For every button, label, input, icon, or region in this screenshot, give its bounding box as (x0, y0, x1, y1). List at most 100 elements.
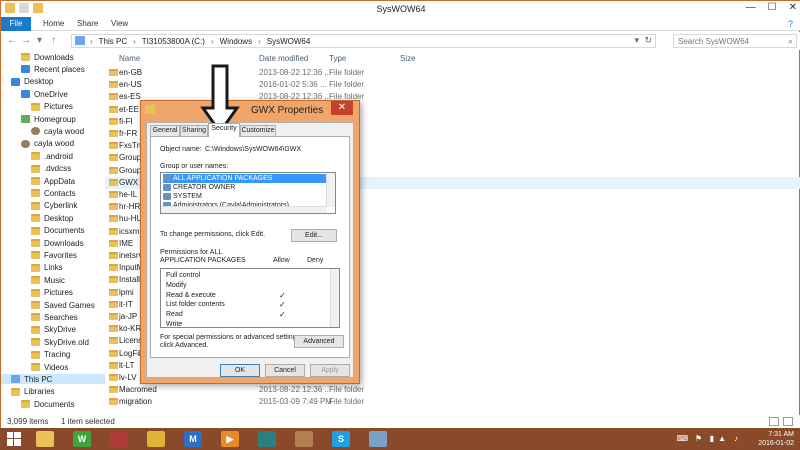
refresh-icon[interactable]: ↻ (644, 35, 652, 46)
address-bar[interactable]: › This PC › TI31053800A (C:) › Windows ›… (71, 34, 656, 48)
breadcrumb-drive[interactable]: TI31053800A (C:) (142, 37, 205, 46)
sidebar-item[interactable]: Downloads (21, 52, 74, 62)
ok-button[interactable]: OK (220, 364, 260, 377)
sidebar-item[interactable]: AppData (31, 176, 75, 186)
group-item[interactable]: SYSTEM (163, 192, 202, 201)
tab-customize[interactable]: Customize (240, 125, 276, 136)
column-header-type[interactable]: Type (329, 54, 346, 63)
start-icon[interactable] (6, 431, 22, 447)
sidebar-item[interactable]: SkyDrive.old (31, 337, 89, 347)
clock-date[interactable]: 2016-01-02 (744, 440, 794, 447)
advanced-button[interactable]: Advanced (294, 335, 344, 348)
dialog-titlebar[interactable]: GWX Properties (141, 101, 359, 121)
sidebar-item[interactable]: Libraries (11, 387, 55, 397)
volume-icon[interactable]: ♪ (734, 434, 738, 443)
permissions-scrollbar[interactable] (330, 269, 339, 327)
tab-security[interactable]: Security (208, 123, 240, 137)
sidebar-item-label: Downloads (44, 238, 84, 248)
cancel-button[interactable]: Cancel (265, 364, 305, 377)
winrar-icon[interactable] (110, 431, 128, 447)
sidebar-item[interactable]: OneDrive (21, 89, 68, 99)
sidebar-item[interactable]: Tracing (31, 350, 70, 360)
forward-icon[interactable]: → (21, 35, 31, 46)
media-player-icon[interactable]: ▶ (221, 431, 239, 447)
sidebar-item[interactable]: SkyDrive (31, 325, 76, 335)
file-explorer-icon[interactable] (36, 431, 54, 447)
dialog-close-button[interactable]: ✕ (331, 101, 353, 115)
sidebar-item[interactable]: Pictures (31, 288, 73, 298)
sidebar-item-label: Saved Games (44, 300, 95, 310)
group-list-hscrollbar[interactable] (161, 206, 327, 213)
sidebar-item[interactable]: .dvdcss (31, 164, 71, 174)
up-icon[interactable]: ↑ (51, 35, 56, 46)
wordpad-icon[interactable]: W (73, 431, 91, 447)
mail-icon[interactable]: M (184, 431, 202, 447)
chevron-down-icon[interactable]: ▾ (634, 35, 639, 46)
help-icon[interactable]: ? (788, 19, 793, 29)
column-header-size[interactable]: Size (400, 54, 416, 63)
close-icon[interactable]: ✕ (789, 2, 797, 13)
clock-time[interactable]: 7:31 AM (744, 431, 794, 438)
skype-icon[interactable]: S (332, 431, 350, 447)
details-view-icon[interactable] (769, 417, 779, 426)
flag-icon[interactable]: ⚑ (695, 434, 702, 443)
folder-icon (31, 189, 40, 198)
breadcrumb-this-pc[interactable]: This PC (99, 37, 127, 46)
paint-icon[interactable] (369, 431, 387, 447)
column-header-name[interactable]: Name (119, 54, 140, 63)
chrome-icon[interactable] (147, 431, 165, 447)
folder-icon (109, 300, 118, 308)
permissions-for-line1: Permissions for ALL (160, 249, 223, 256)
tab-file[interactable]: File (1, 17, 31, 31)
back-icon[interactable]: ← (7, 35, 17, 46)
keyboard-icon[interactable]: ⌨ (676, 434, 688, 443)
sidebar-item[interactable]: Homegroup (21, 114, 76, 124)
breadcrumb-syswow64[interactable]: SysWOW64 (267, 37, 311, 46)
group-item[interactable]: ALL APPLICATION PACKAGES (163, 174, 333, 183)
sidebar-item[interactable]: Saved Games (31, 300, 95, 310)
sidebar-item[interactable]: Videos (31, 362, 68, 372)
tab-home[interactable]: Home (43, 19, 64, 28)
sidebar-item[interactable]: Desktop (11, 77, 53, 87)
recent-dropdown-icon[interactable]: ▾ (37, 35, 42, 46)
sidebar-item[interactable]: Cyberlink (31, 201, 77, 211)
minimize-icon[interactable]: — (746, 2, 756, 13)
sidebar-item[interactable]: Music (31, 275, 65, 285)
sidebar-item[interactable]: This PC (1, 374, 105, 385)
sidebar-item[interactable]: Documents (31, 226, 84, 236)
apply-button[interactable]: Apply (310, 364, 350, 377)
camera-icon[interactable] (258, 431, 276, 447)
sidebar-item[interactable]: Documents (21, 399, 74, 409)
sidebar-item[interactable]: Contacts (31, 188, 76, 198)
sidebar-item[interactable]: Recent places (21, 64, 85, 74)
sidebar-item[interactable]: cayla wood (21, 139, 74, 149)
breadcrumb-windows[interactable]: Windows (220, 37, 252, 46)
sidebar-item[interactable]: Pictures (31, 102, 73, 112)
battery-icon[interactable]: ▮ (710, 434, 714, 443)
network-icon[interactable]: ▲ (718, 434, 726, 443)
tab-general[interactable]: General (150, 125, 180, 136)
search-icon[interactable]: ⌕ (788, 36, 793, 47)
sidebar-item[interactable]: Desktop (31, 213, 73, 223)
file-row[interactable]: migration 2015-03-09 7:49 PM File folder (105, 396, 800, 408)
window-titlebar[interactable]: SysWOW64 — ☐ ✕ (1, 1, 800, 17)
column-header-date[interactable]: Date modified (259, 54, 308, 63)
sidebar-item[interactable]: Favorites (31, 250, 77, 260)
sidebar-item[interactable]: Links (31, 263, 63, 273)
sidebar-item[interactable]: Downloads (31, 238, 84, 248)
sidebar-item[interactable]: Searches (31, 312, 78, 322)
large-icons-view-icon[interactable] (783, 417, 793, 426)
maximize-icon[interactable]: ☐ (768, 2, 777, 13)
group-list-scrollbar[interactable] (326, 173, 335, 207)
edit-button[interactable]: Edit... (291, 229, 337, 242)
tab-view[interactable]: View (111, 19, 128, 28)
search-input[interactable] (678, 35, 778, 47)
tab-share[interactable]: Share (77, 19, 98, 28)
package-icon[interactable] (295, 431, 313, 447)
properties-dialog: GWX Properties ✕ General Sharing Securit… (140, 100, 360, 384)
sidebar-item[interactable]: cayla wood (31, 126, 84, 136)
group-item[interactable]: CREATOR OWNER (163, 183, 235, 192)
sidebar-item-label: Videos (44, 362, 69, 372)
file-row[interactable]: Macromed 2013-08-22 12:36 ... File folder (105, 384, 800, 396)
sidebar-item[interactable]: .android (31, 151, 73, 161)
